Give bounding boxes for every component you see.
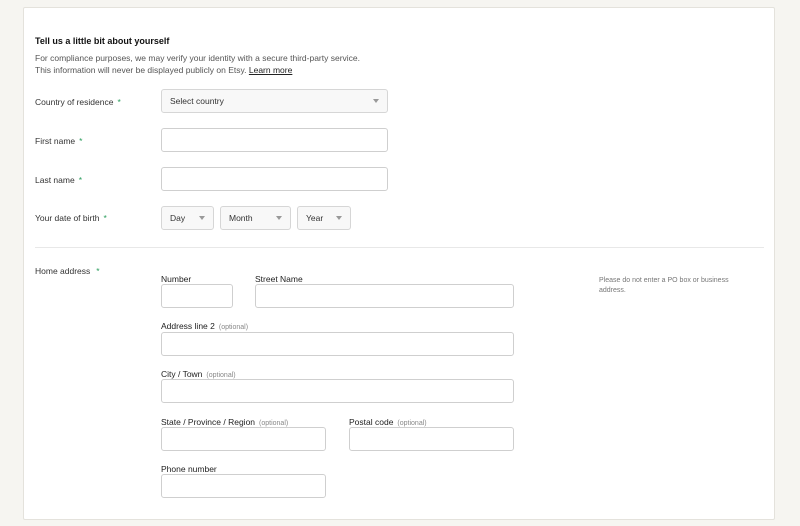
first-name-label: First name * bbox=[35, 136, 83, 146]
description-line-2: This information will never be displayed… bbox=[35, 65, 293, 75]
last-name-label: Last name * bbox=[35, 175, 83, 185]
street-name-input[interactable] bbox=[255, 284, 514, 308]
dob-year-select[interactable]: Year bbox=[297, 206, 351, 230]
address-help-note: Please do not enter a PO box or business… bbox=[599, 277, 729, 294]
state-input[interactable] bbox=[161, 427, 326, 451]
dob-day-select[interactable]: Day bbox=[161, 206, 214, 230]
address-line2-label: Address line 2 (optional) bbox=[161, 321, 249, 331]
address-line2-input[interactable] bbox=[161, 332, 514, 356]
address-number-input[interactable] bbox=[161, 284, 233, 308]
city-label: City / Town (optional) bbox=[161, 369, 236, 379]
phone-number-input[interactable] bbox=[161, 474, 326, 498]
personal-info-card: Tell us a little bit about yourself For … bbox=[23, 7, 775, 520]
required-marker: * bbox=[103, 213, 107, 223]
learn-more-link[interactable]: Learn more bbox=[249, 65, 292, 75]
required-marker: * bbox=[117, 97, 121, 107]
number-label: Number bbox=[161, 274, 192, 284]
required-marker: * bbox=[78, 175, 83, 185]
first-name-input[interactable] bbox=[161, 128, 388, 152]
dob-month-select[interactable]: Month bbox=[220, 206, 291, 230]
street-name-label: Street Name bbox=[255, 274, 303, 284]
country-select[interactable]: Select country bbox=[161, 89, 388, 113]
required-marker: * bbox=[79, 136, 83, 146]
section-divider bbox=[35, 247, 764, 248]
city-input[interactable] bbox=[161, 379, 514, 403]
dob-label: Your date of birth * bbox=[35, 213, 107, 223]
description-line-1: For compliance purposes, we may verify y… bbox=[35, 53, 361, 63]
phone-number-label: Phone number bbox=[161, 464, 217, 474]
chevron-down-icon bbox=[199, 216, 205, 220]
section-description: For compliance purposes, we may verify y… bbox=[35, 52, 435, 76]
chevron-down-icon bbox=[373, 99, 379, 103]
postal-code-input[interactable] bbox=[349, 427, 514, 451]
chevron-down-icon bbox=[276, 216, 282, 220]
country-label: Country of residence * bbox=[35, 97, 121, 107]
last-name-input[interactable] bbox=[161, 167, 388, 191]
country-select-value: Select country bbox=[170, 96, 224, 106]
postal-code-label: Postal code (optional) bbox=[349, 417, 427, 427]
state-label: State / Province / Region (optional) bbox=[161, 417, 289, 427]
section-title: Tell us a little bit about yourself bbox=[35, 36, 170, 46]
home-address-label: Home address * bbox=[35, 266, 100, 276]
required-marker: * bbox=[96, 266, 100, 276]
chevron-down-icon bbox=[336, 216, 342, 220]
